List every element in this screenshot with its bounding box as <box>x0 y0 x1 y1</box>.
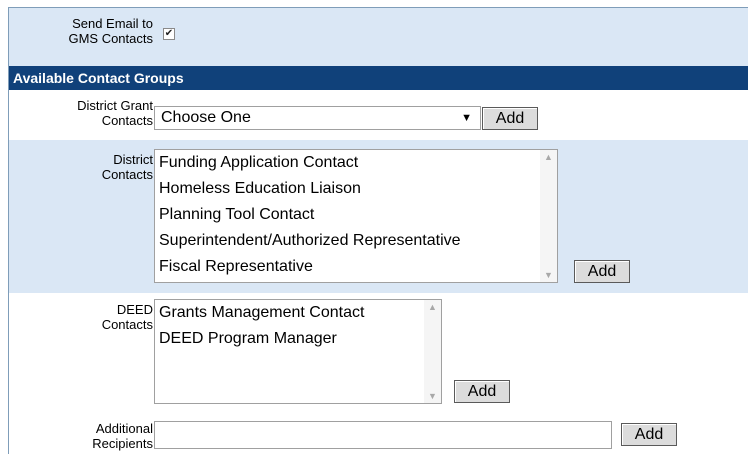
district-grant-label-line1: District Grant <box>77 98 153 113</box>
section-header: Available Contact Groups <box>9 66 748 90</box>
list-item[interactable]: DEED Program Manager <box>155 326 441 352</box>
list-item[interactable]: Funding Application Contact <box>155 150 557 176</box>
scroll-down-icon[interactable]: ▼ <box>424 391 441 401</box>
district-grant-label-line2: Contacts <box>101 113 153 128</box>
send-email-row: Send Email to GMS Contacts ✔ <box>9 8 748 66</box>
district-grant-selected-value: Choose One <box>161 109 251 126</box>
additional-recipients-label-line2: Recipients <box>92 436 153 451</box>
deed-contacts-listbox[interactable]: Grants Management Contact DEED Program M… <box>154 299 442 404</box>
deed-contacts-scrollbar[interactable]: ▲ ▼ <box>424 300 441 403</box>
scroll-up-icon[interactable]: ▲ <box>424 302 441 312</box>
district-contacts-add-button[interactable]: Add <box>574 260 630 283</box>
district-contacts-listbox[interactable]: Funding Application Contact Homeless Edu… <box>154 149 558 283</box>
district-grant-add-button[interactable]: Add <box>482 107 538 130</box>
deed-contacts-label-line1: DEED <box>116 302 153 317</box>
district-contacts-scrollbar[interactable]: ▲ ▼ <box>540 150 557 282</box>
send-email-checkbox[interactable]: ✔ <box>163 28 175 40</box>
scroll-up-icon[interactable]: ▲ <box>540 152 557 162</box>
send-email-label: Send Email to GMS Contacts <box>68 16 153 46</box>
deed-contacts-add-button[interactable]: Add <box>454 380 510 403</box>
scroll-down-icon[interactable]: ▼ <box>540 270 557 280</box>
send-email-label-line1: Send Email to <box>72 16 153 31</box>
deed-contacts-label-line2: Contacts <box>101 317 153 332</box>
district-contacts-label-line1: District <box>113 152 153 167</box>
additional-recipients-label-line1: Additional <box>95 421 153 436</box>
deed-contacts-label: DEED Contacts <box>102 302 153 332</box>
district-grant-label: District Grant Contacts <box>77 98 153 128</box>
contact-form: Send Email to GMS Contacts ✔ Available C… <box>8 7 748 454</box>
checkmark-icon: ✔ <box>164 28 174 39</box>
list-item[interactable]: Superintendent/Authorized Representative <box>155 228 557 254</box>
list-item[interactable]: Fiscal Representative <box>155 254 557 280</box>
additional-recipients-input[interactable] <box>154 421 612 449</box>
district-grant-select[interactable]: Choose One ▼ <box>154 106 481 130</box>
additional-recipients-label: Additional Recipients <box>92 421 153 451</box>
district-contacts-label: District Contacts <box>102 152 153 182</box>
list-item[interactable]: Planning Tool Contact <box>155 202 557 228</box>
list-item[interactable]: Homeless Education Liaison <box>155 176 557 202</box>
district-contacts-label-line2: Contacts <box>101 167 153 182</box>
dropdown-arrow-icon: ▼ <box>461 112 472 124</box>
additional-recipients-add-button[interactable]: Add <box>621 423 677 446</box>
list-item[interactable]: Grants Management Contact <box>155 300 441 326</box>
send-email-label-line2: GMS Contacts <box>68 31 153 46</box>
